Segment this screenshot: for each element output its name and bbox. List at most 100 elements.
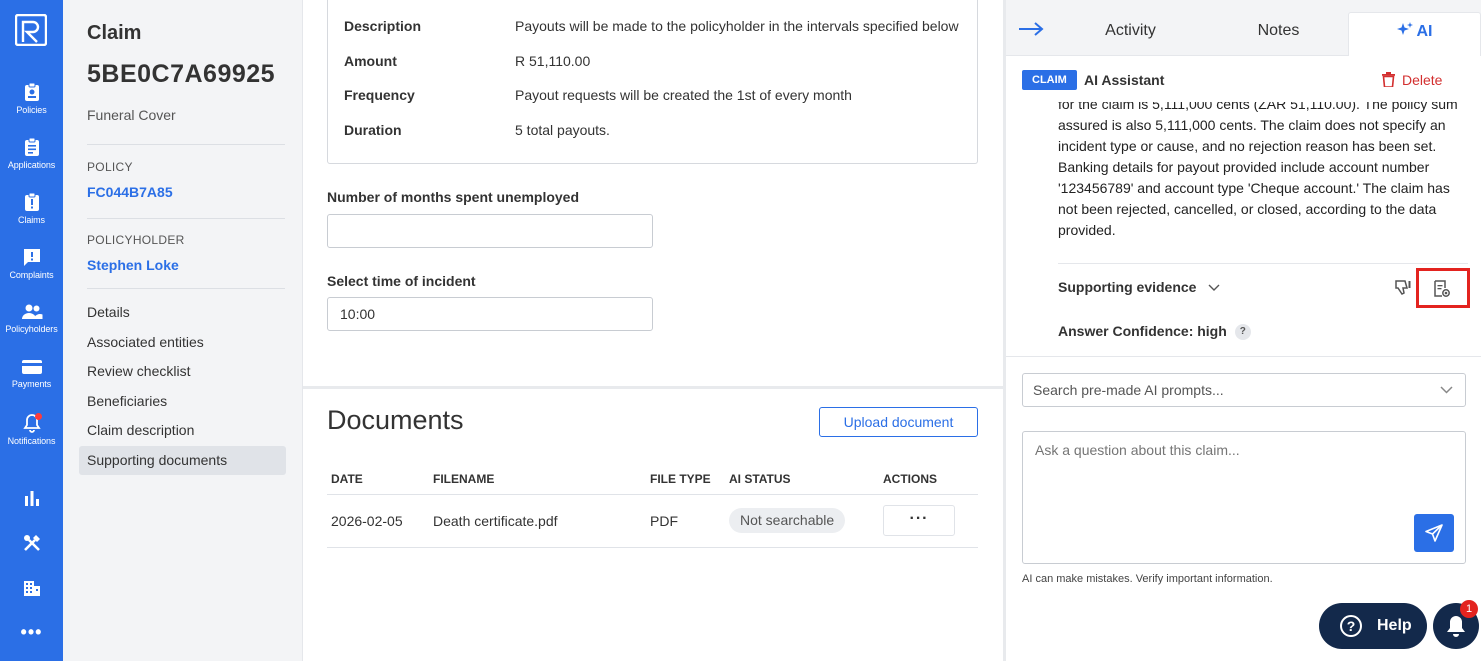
nav-item-claims[interactable]: Claims (0, 192, 63, 225)
payout-value: Payout requests will be created the 1st … (515, 87, 852, 103)
policy-label: POLICY (87, 160, 133, 174)
main-content: Description Payouts will be made to the … (303, 0, 1003, 661)
question-input[interactable] (1022, 431, 1466, 564)
divider (87, 218, 285, 219)
ai-panel: Activity Notes AI CLAIM AI Assistant Del… (1006, 0, 1481, 661)
chevron-down-icon (1440, 386, 1453, 394)
help-label: Help (1377, 617, 1412, 634)
payout-value: 5 total payouts. (515, 122, 610, 138)
menu-item-associated-entities[interactable]: Associated entities (79, 328, 286, 357)
policies-icon (24, 82, 39, 101)
nav-more-button[interactable]: ••• (0, 622, 63, 643)
months-unemployed-label: Number of months spent unemployed (327, 189, 580, 205)
supporting-evidence-label: Supporting evidence (1058, 279, 1197, 295)
claim-id: 5BE0C7A69925 (87, 60, 276, 88)
view-sources-button[interactable] (1416, 268, 1470, 308)
delete-chat-button[interactable]: Delete (1382, 72, 1443, 88)
tab-notes[interactable]: Notes (1216, 12, 1341, 56)
notification-dot (35, 413, 42, 420)
delete-label: Delete (1402, 72, 1443, 88)
ai-disclaimer: AI can make mistakes. Verify important i… (1022, 573, 1273, 585)
payout-key: Duration (344, 122, 402, 138)
nav-item-policyholders[interactable]: Policyholders (0, 303, 63, 334)
product-name: Funeral Cover (87, 107, 176, 123)
claims-icon (24, 192, 39, 211)
policyholder-name-link[interactable]: Stephen Loke (87, 257, 179, 273)
tools-icon (23, 535, 40, 551)
claim-title: Claim (87, 22, 142, 44)
send-button[interactable] (1414, 514, 1454, 552)
panel-tabbar: Activity Notes AI (1006, 0, 1481, 56)
brand-logo-icon[interactable] (15, 14, 47, 46)
nav-rail: Policies Applications Claims Complaints … (0, 0, 63, 661)
premade-prompts-select[interactable]: Search pre-made AI prompts... (1022, 373, 1466, 407)
menu-item-supporting-documents[interactable]: Supporting documents (79, 446, 286, 475)
nav-item-payments[interactable]: Payments (0, 358, 63, 389)
doc-date: 2026-02-05 (331, 513, 403, 529)
nav-item-applications[interactable]: Applications (0, 137, 63, 170)
chat-messages[interactable]: for the claim is 5,111,000 cents (ZAR 51… (1006, 102, 1481, 356)
col-header-date: DATE (331, 472, 363, 486)
policyholders-icon (21, 304, 42, 319)
divider (1058, 263, 1468, 264)
nav-label: Applications (7, 160, 56, 170)
help-button[interactable]: ? Help (1319, 603, 1427, 649)
menu-item-review-checklist[interactable]: Review checklist (79, 357, 286, 386)
nav-item-organization[interactable] (0, 578, 63, 601)
more-dots-icon: ••• (20, 622, 43, 642)
section-separator (303, 386, 1003, 389)
claim-badge: CLAIM (1022, 70, 1077, 90)
incident-time-input[interactable]: 10:00 (327, 297, 653, 331)
thumbs-down-icon[interactable] (1394, 278, 1412, 296)
doc-file-type: PDF (650, 513, 678, 529)
nav-label: Policyholders (5, 324, 58, 334)
nav-label: Complaints (9, 270, 54, 280)
divider (1006, 356, 1481, 357)
upload-document-button[interactable]: Upload document (819, 407, 978, 437)
doc-filename[interactable]: Death certificate.pdf (433, 513, 558, 529)
bell-icon (1447, 616, 1465, 637)
claim-sidebar: Claim 5BE0C7A69925 Funeral Cover POLICY … (63, 0, 303, 661)
nav-item-notifications[interactable]: Notifications (0, 413, 63, 446)
assistant-title: AI Assistant (1084, 72, 1165, 88)
nav-label: Notifications (7, 436, 56, 446)
supporting-evidence-toggle[interactable]: Supporting evidence (1058, 279, 1220, 295)
answer-confidence: Answer Confidence: high? (1058, 323, 1251, 341)
complaints-icon (23, 249, 40, 266)
ai-status-badge: Not searchable (729, 508, 846, 533)
building-icon (23, 581, 40, 596)
help-circle-icon: ? (1340, 615, 1362, 637)
nav-item-reports[interactable] (0, 488, 63, 511)
table-row-line (327, 547, 978, 548)
menu-item-details[interactable]: Details (79, 298, 286, 327)
col-header-file-type: FILE TYPE (650, 472, 711, 486)
divider (87, 144, 285, 145)
payout-value: Payouts will be made to the policyholder… (515, 18, 959, 34)
payments-icon (21, 360, 42, 374)
tab-activity[interactable]: Activity (1068, 12, 1193, 56)
trash-icon (1382, 72, 1395, 87)
policy-number-link[interactable]: FC044B7A85 (87, 184, 173, 200)
col-header-actions: ACTIONS (883, 472, 937, 486)
payout-value: R 51,110.00 (515, 53, 591, 69)
arrow-right-icon[interactable] (1018, 22, 1044, 36)
bar-chart-icon (24, 491, 39, 506)
sparkle-icon (1396, 22, 1413, 35)
payout-details-card: Description Payouts will be made to the … (327, 0, 978, 164)
payout-key: Amount (344, 53, 397, 69)
months-unemployed-input[interactable] (327, 214, 653, 248)
nav-label: Payments (11, 379, 52, 389)
nav-item-tools[interactable] (0, 533, 63, 556)
tab-ai[interactable]: AI (1348, 12, 1481, 56)
menu-item-claim-description[interactable]: Claim description (79, 416, 286, 445)
nav-item-complaints[interactable]: Complaints (0, 247, 63, 280)
notification-count-badge: 1 (1460, 600, 1478, 618)
document-actions-button[interactable]: ··· (883, 505, 955, 536)
tab-ai-label: AI (1416, 23, 1433, 40)
nav-item-policies[interactable]: Policies (0, 82, 63, 115)
chevron-down-icon (1208, 284, 1220, 292)
menu-item-beneficiaries[interactable]: Beneficiaries (79, 387, 286, 416)
policyholder-label: POLICYHOLDER (87, 233, 185, 247)
confidence-help-icon[interactable]: ? (1234, 324, 1251, 341)
payout-key: Description (344, 18, 422, 34)
